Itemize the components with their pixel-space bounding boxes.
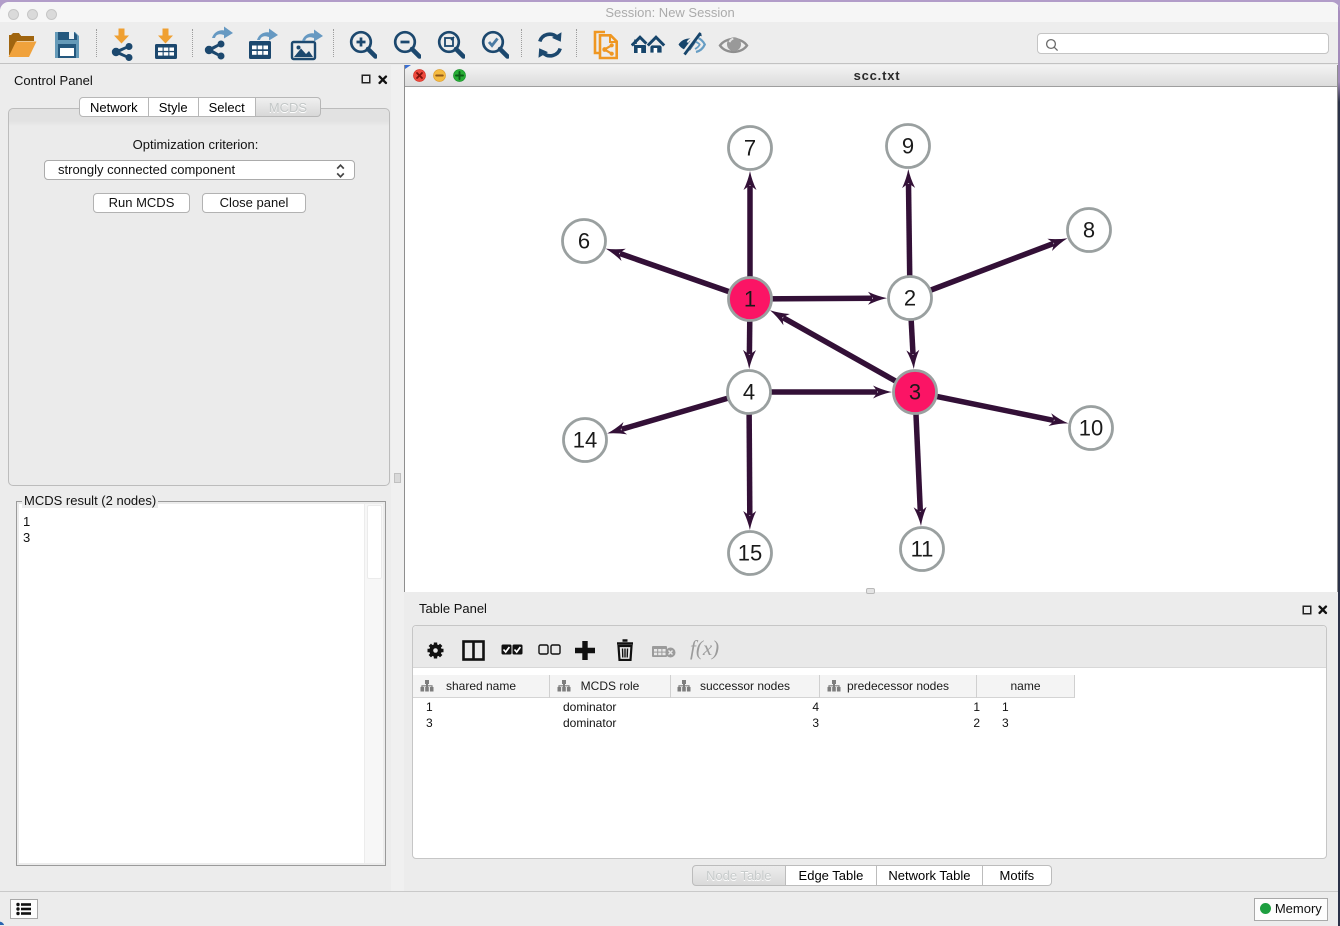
svg-text:3: 3 (909, 380, 921, 405)
svg-text:1: 1 (744, 287, 756, 312)
svg-text:4: 4 (743, 380, 755, 405)
svg-text:11: 11 (911, 537, 934, 562)
svg-text:15: 15 (738, 541, 762, 566)
svg-text:14: 14 (573, 428, 597, 453)
svg-text:8: 8 (1083, 218, 1095, 243)
svg-text:6: 6 (578, 229, 590, 254)
svg-text:7: 7 (744, 136, 756, 161)
svg-text:10: 10 (1079, 416, 1103, 441)
svg-text:9: 9 (902, 134, 914, 159)
svg-text:2: 2 (904, 286, 916, 311)
